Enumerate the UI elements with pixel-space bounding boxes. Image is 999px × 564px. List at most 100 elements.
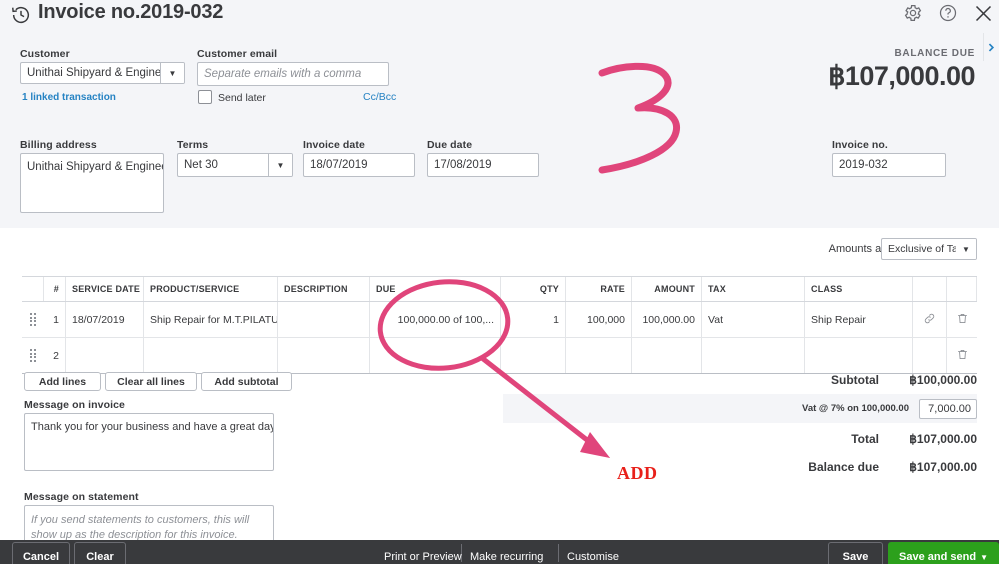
customer-label: Customer: [20, 48, 70, 60]
make-recurring-button[interactable]: Make recurring: [470, 542, 543, 564]
row-amount[interactable]: 100,000.00: [632, 302, 702, 337]
message-on-invoice-textarea[interactable]: Thank you for your business and have a g…: [24, 413, 274, 471]
row-qty[interactable]: 1: [501, 302, 566, 337]
save-and-send-label: Save and send: [899, 551, 977, 563]
add-subtotal-button[interactable]: Add subtotal: [201, 372, 292, 391]
row-service-date[interactable]: 18/07/2019: [66, 302, 144, 337]
row-delete-button[interactable]: [947, 302, 977, 337]
due-date-value: 17/08/2019: [434, 159, 492, 171]
cancel-button[interactable]: Cancel: [12, 542, 70, 564]
row-drag-handle[interactable]: [22, 338, 44, 373]
row-tax[interactable]: Vat: [702, 302, 805, 337]
clock-history-icon[interactable]: [10, 4, 32, 26]
customise-button[interactable]: Customise: [567, 542, 619, 564]
message-on-statement-placeholder: If you send statements to customers, thi…: [31, 514, 250, 541]
row-description[interactable]: [278, 338, 370, 373]
th-qty: QTY: [501, 277, 566, 301]
subtotal-value: ฿100,000.00: [909, 373, 977, 387]
row-tax[interactable]: [702, 338, 805, 373]
customer-email-label: Customer email: [197, 48, 278, 60]
expand-side-panel-button[interactable]: [983, 33, 999, 61]
invoice-no-value: 2019-032: [839, 159, 888, 171]
row-rate[interactable]: [566, 338, 632, 373]
save-and-send-button[interactable]: Save and send ▼: [888, 542, 999, 564]
terms-select[interactable]: Net 30 ▼: [177, 153, 293, 177]
help-icon[interactable]: [938, 3, 958, 28]
row-amount[interactable]: [632, 338, 702, 373]
chevron-down-icon[interactable]: ▼: [980, 553, 988, 562]
clear-all-lines-button[interactable]: Clear all lines: [105, 372, 197, 391]
customer-email-input[interactable]: Separate emails with a comma: [197, 62, 389, 86]
row-product-service[interactable]: [144, 338, 278, 373]
balance-due-amount: ฿107,000.00: [828, 61, 975, 91]
due-date-label: Due date: [427, 139, 473, 151]
th-delete: [947, 277, 977, 301]
table-header-row: # SERVICE DATE PRODUCT/SERVICE DESCRIPTI…: [22, 276, 977, 302]
link-icon: [923, 312, 936, 328]
billing-address-textarea[interactable]: Unithai Shipyard & Engineering: [20, 153, 164, 213]
balance-due-row-label: Balance due: [808, 460, 879, 474]
terms-label: Terms: [177, 139, 209, 151]
linked-transaction-link[interactable]: 1 linked transaction: [22, 92, 116, 103]
row-rate[interactable]: 100,000: [566, 302, 632, 337]
chevron-down-icon[interactable]: ▼: [956, 239, 976, 259]
gear-icon[interactable]: [903, 3, 923, 28]
chevron-down-icon[interactable]: ▼: [268, 154, 292, 176]
th-link: [913, 277, 947, 301]
th-number: #: [44, 277, 66, 301]
close-icon[interactable]: [973, 3, 994, 29]
invoice-header-panel: Invoice no. 2019-032 Customer Unithai Shi…: [0, 0, 999, 228]
clear-button[interactable]: Clear: [74, 542, 126, 564]
table-row[interactable]: 2: [22, 338, 977, 374]
row-qty[interactable]: [501, 338, 566, 373]
due-date-input[interactable]: 17/08/2019: [427, 153, 539, 177]
cc-bcc-link[interactable]: Cc/Bcc: [363, 91, 396, 103]
message-on-invoice-value: Thank you for your business and have a g…: [31, 421, 274, 433]
amounts-are-value: Exclusive of Tax: [888, 243, 964, 255]
row-class[interactable]: Ship Repair: [805, 302, 913, 337]
balance-due-row-value: ฿107,000.00: [909, 460, 977, 474]
row-number: 2: [44, 338, 66, 373]
th-description: DESCRIPTION: [278, 277, 370, 301]
invoice-no-label: Invoice no.: [832, 139, 888, 151]
vat-amount-input[interactable]: 7,000.00: [919, 398, 977, 419]
invoice-date-input[interactable]: 18/07/2019: [303, 153, 415, 177]
balance-due-label: BALANCE DUE: [894, 48, 975, 59]
invoice-editor-window: Invoice no. 2019-032 Customer Unithai Shi…: [0, 0, 999, 564]
row-product-service[interactable]: Ship Repair for M.T.PILATUS 28: [144, 302, 278, 337]
total-value: ฿107,000.00: [909, 432, 977, 446]
invoice-no-input[interactable]: 2019-032: [832, 153, 946, 177]
vat-row: Vat @ 7% on 100,000.00 7,000.00: [503, 394, 977, 423]
chevron-down-icon[interactable]: ▼: [160, 63, 184, 83]
row-service-date[interactable]: [66, 338, 144, 373]
th-amount: AMOUNT: [632, 277, 702, 301]
drag-grip-icon: [30, 349, 36, 362]
th-due: DUE: [370, 277, 501, 301]
row-link-button[interactable]: [913, 338, 947, 373]
balance-due-row: Balance due ฿107,000.00: [759, 460, 977, 474]
row-number: 1: [44, 302, 66, 337]
add-lines-button[interactable]: Add lines: [24, 372, 101, 391]
th-service-date: SERVICE DATE: [66, 277, 144, 301]
th-tax: TAX: [702, 277, 805, 301]
annotation-add-label: ADD: [617, 463, 658, 483]
print-or-preview-button[interactable]: Print or Preview: [384, 542, 462, 564]
row-link-button[interactable]: [913, 302, 947, 337]
row-due[interactable]: [370, 338, 501, 373]
send-later-checkbox[interactable]: [198, 90, 212, 104]
row-due[interactable]: 100,000.00 of 100,...: [370, 302, 501, 337]
invoice-date-label: Invoice date: [303, 139, 365, 151]
row-class[interactable]: [805, 338, 913, 373]
footer-divider: [558, 544, 559, 562]
total-row: Total ฿107,000.00: [759, 432, 977, 446]
page-title: Invoice no.2019-032: [38, 1, 224, 23]
th-rate: RATE: [566, 277, 632, 301]
customer-select[interactable]: Unithai Shipyard & Engineering:S ▼: [20, 62, 185, 84]
row-description[interactable]: [278, 302, 370, 337]
customer-email-placeholder: Separate emails with a comma: [204, 68, 362, 80]
table-row[interactable]: 1 18/07/2019 Ship Repair for M.T.PILATUS…: [22, 302, 977, 338]
row-drag-handle[interactable]: [22, 302, 44, 337]
save-button[interactable]: Save: [828, 542, 883, 564]
row-delete-button[interactable]: [947, 338, 977, 373]
amounts-are-select[interactable]: Exclusive of Tax ▼: [881, 238, 977, 260]
